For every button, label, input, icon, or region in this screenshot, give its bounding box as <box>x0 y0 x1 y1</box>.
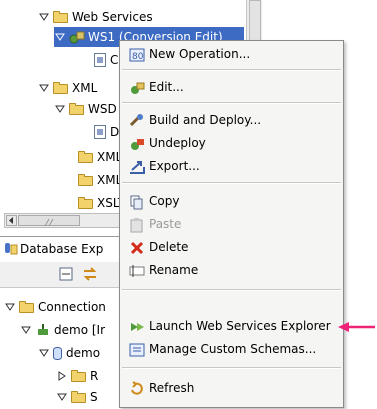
tree-item-d[interactable]: D <box>94 122 119 142</box>
xml-folder-icon <box>53 81 69 95</box>
menu-item-export[interactable]: Export... <box>120 156 343 178</box>
launch-explorer-icon <box>129 319 145 335</box>
annotation-arrow-icon <box>338 322 375 332</box>
tree-item-web-services[interactable]: Web Services <box>38 7 153 27</box>
tree-item-label: demo <box>66 346 101 360</box>
tree-item-label: C <box>110 53 119 67</box>
rename-icon <box>129 263 145 279</box>
export-icon <box>129 159 145 175</box>
tree-item-label: Connection <box>38 300 106 314</box>
menu-item-paste[interactable]: Paste <box>120 214 343 236</box>
tree-item-xml[interactable]: XML <box>38 78 97 98</box>
menu-item-rename[interactable]: Rename <box>120 260 343 282</box>
tree-item-label: XML <box>72 81 98 95</box>
tree-item-r[interactable]: R <box>56 366 98 386</box>
menu-item-delete[interactable]: Delete <box>120 237 343 259</box>
connections-folder-icon <box>19 300 35 314</box>
folder-icon <box>71 369 87 383</box>
expand-toggle-icon[interactable] <box>38 11 50 23</box>
tree-item-wsd[interactable]: WSD <box>54 99 117 119</box>
menu-item-copy[interactable]: Copy <box>120 191 343 213</box>
folder-icon <box>78 173 94 187</box>
refresh-icon <box>129 381 145 397</box>
collapse-all-icon[interactable] <box>59 267 73 281</box>
expand-toggle-icon[interactable] <box>54 31 66 43</box>
folder-icon <box>78 150 94 164</box>
menu-item-new-operation[interactable]: 80 New Operation... <box>120 44 343 66</box>
menu-item-manage-custom-schemas[interactable]: Manage Custom Schemas... <box>120 339 343 361</box>
file-icon <box>94 125 106 139</box>
tree-item-s[interactable]: S <box>56 387 98 407</box>
context-menu: 80 New Operation... Edit... Build and De… <box>119 40 344 408</box>
panel-title: Database Exp <box>20 242 104 256</box>
menu-separator <box>122 102 341 104</box>
menu-separator <box>122 182 341 184</box>
tree-item-label: R <box>90 369 99 383</box>
expand-toggle-icon[interactable] <box>4 301 16 313</box>
edit-icon <box>129 80 145 96</box>
tree-item-xml-3[interactable]: XML <box>78 170 122 190</box>
menu-item-edit[interactable]: Edit... <box>120 77 343 99</box>
database-explorer-icon <box>4 242 18 256</box>
tree-item-label: S <box>90 390 98 404</box>
menu-item-launch-web-services-explorer[interactable]: Launch Web Services Explorer <box>120 316 343 338</box>
panel-tab[interactable]: Database Exp <box>0 237 123 261</box>
folder-icon <box>78 196 94 210</box>
menu-item-build-and-deploy[interactable]: Build and Deploy... <box>120 110 343 132</box>
svg-text:80: 80 <box>132 52 144 62</box>
web-services-folder-icon <box>53 10 69 24</box>
paste-icon <box>129 217 145 233</box>
expand-toggle-icon[interactable] <box>20 324 32 336</box>
menu-separator <box>122 367 341 369</box>
folder-icon <box>71 390 87 404</box>
copy-icon <box>129 194 145 210</box>
tree-item-label: demo [Ir <box>54 323 105 337</box>
build-deploy-icon <box>129 113 145 129</box>
menu-item-undeploy[interactable]: Undeploy <box>120 133 343 155</box>
tree-item-demo-db[interactable]: demo <box>38 343 100 363</box>
expand-toggle-icon[interactable] <box>38 347 50 359</box>
file-icon <box>94 53 106 67</box>
menu-separator <box>122 289 341 291</box>
tree-item-xml-2[interactable]: XML <box>78 147 122 167</box>
menu-item-refresh[interactable]: Refresh <box>120 378 343 400</box>
expand-toggle-icon[interactable] <box>56 391 68 403</box>
delete-icon <box>129 240 145 256</box>
web-service-icon <box>69 30 85 44</box>
scroll-left-arrow-icon[interactable] <box>6 215 17 226</box>
expand-toggle-icon[interactable] <box>56 370 68 382</box>
connection-icon <box>35 323 51 337</box>
undeploy-icon <box>129 136 145 152</box>
tree-item-connections[interactable]: Connection <box>4 297 106 317</box>
expand-toggle-icon[interactable] <box>38 82 50 94</box>
tree-item-label: WSD <box>88 102 117 116</box>
menu-separator <box>122 69 341 71</box>
manage-schemas-icon <box>129 342 145 358</box>
tree-item-c[interactable]: C <box>94 50 118 70</box>
expand-toggle-icon[interactable] <box>54 103 66 115</box>
tree-item-label: Web Services <box>72 10 153 24</box>
new-operation-icon: 80 <box>129 47 145 63</box>
link-with-editor-icon[interactable] <box>82 266 98 282</box>
tree-item-demo-connection[interactable]: demo [Ir <box>20 320 105 340</box>
tree-item-label: D <box>110 125 120 139</box>
database-icon <box>53 346 62 360</box>
folder-icon <box>69 102 85 116</box>
scrollbar-thumb[interactable] <box>18 215 80 227</box>
